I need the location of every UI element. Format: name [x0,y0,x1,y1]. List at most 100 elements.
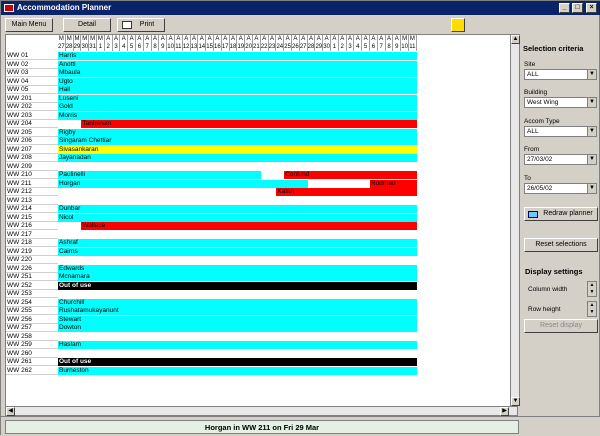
maximize-icon[interactable]: □ [572,3,583,13]
booking-bar[interactable]: Luseni [58,94,417,103]
reset-display-button[interactable]: Reset display [524,319,598,333]
header-day-number[interactable]: 25 [284,43,292,51]
dropdown-arrow-icon[interactable]: ▼ [587,98,596,107]
header-day-number[interactable]: 10 [167,43,175,51]
booking-bar[interactable]: Rushatamukayanunt [58,307,417,315]
dropdown-arrow-icon[interactable]: ▼ [587,155,596,164]
room-label[interactable]: WW 218 [6,239,58,247]
booking-bar[interactable]: Nicol [58,213,417,222]
room-label[interactable]: WW 210 [6,171,58,179]
header-day-number[interactable]: 6 [136,43,144,51]
header-day-number[interactable]: 12 [182,43,191,51]
header-day-number[interactable]: 27 [58,43,66,51]
empty-slot[interactable] [58,290,417,298]
header-day-number[interactable]: 19 [237,43,246,51]
booking-bar[interactable]: Ashraf [58,239,417,247]
minimize-icon[interactable]: _ [559,3,570,13]
booking-bar[interactable]: Churchill [58,298,417,307]
dropdown-arrow-icon[interactable]: ▼ [587,184,596,193]
header-day-number[interactable]: 26 [292,43,300,51]
empty-slot[interactable] [416,188,418,196]
close-icon[interactable]: × [586,3,597,13]
empty-slot[interactable] [416,171,418,179]
header-day-number[interactable]: 29 [73,43,82,51]
print-button[interactable]: Print [117,18,165,32]
room-label[interactable]: WW 202 [6,103,58,111]
booking-bar[interactable]: Hall [58,86,417,94]
empty-slot[interactable] [58,256,417,264]
dropdown-arrow-icon[interactable]: ▼ [587,127,596,136]
booking-bar[interactable]: Conlund [284,171,417,179]
detail-button[interactable]: Detail [63,18,111,32]
booking-bar[interactable]: Gold [58,103,417,111]
booking-bar[interactable]: Burneston [58,366,417,375]
room-label[interactable]: WW 261 [6,358,58,366]
room-label[interactable]: WW 219 [6,247,58,256]
room-label[interactable]: WW 257 [6,324,58,332]
site-select[interactable]: ALL ▼ [524,69,597,80]
header-day-number[interactable]: 13 [190,43,199,51]
room-label[interactable]: WW 05 [6,86,58,94]
empty-slot[interactable] [58,188,277,196]
header-day-number[interactable]: 24 [276,43,285,51]
booking-bar[interactable]: Tanberum [81,120,417,128]
palette-icon[interactable] [451,18,465,32]
header-day-number[interactable]: 20 [245,43,253,51]
empty-slot[interactable] [260,171,285,179]
room-label[interactable]: WW 203 [6,111,58,120]
room-label[interactable]: WW 220 [6,256,58,264]
header-day-number[interactable]: 5 [362,43,370,51]
header-day-number[interactable]: 8 [385,43,394,51]
from-date-select[interactable]: 27/03/02 ▼ [524,154,597,165]
booking-bar[interactable]: Out of use [58,281,417,290]
room-label[interactable]: WW 260 [6,349,58,358]
booking-bar[interactable]: Jayanadan [58,154,417,162]
room-label[interactable]: WW 207 [6,145,58,154]
room-label[interactable]: WW 215 [6,213,58,222]
header-day-number[interactable]: 7 [377,43,386,51]
booking-bar[interactable]: Paulinelli [58,171,261,179]
header-day-number[interactable]: 6 [370,43,378,51]
room-label[interactable]: WW 204 [6,120,58,128]
booking-bar[interactable]: Dowton [58,324,417,332]
empty-slot[interactable] [58,349,417,358]
header-day-number[interactable]: 14 [198,43,207,51]
booking-bar[interactable]: Rodman [370,179,417,188]
header-day-number[interactable]: 15 [206,43,214,51]
room-label[interactable]: WW 205 [6,128,58,137]
room-label[interactable]: WW 252 [6,281,58,290]
header-day-number[interactable]: 30 [323,43,331,51]
room-label[interactable]: WW 209 [6,162,58,171]
booking-bar[interactable]: Edwards [58,264,417,273]
booking-bar[interactable]: Mcnamara [58,273,417,281]
booking-bar[interactable]: Ugto [58,77,417,86]
main-menu-button[interactable]: Main Menu [5,18,53,32]
empty-slot[interactable] [58,162,417,171]
room-label[interactable]: WW 251 [6,273,58,281]
room-label[interactable]: WW 212 [6,188,58,196]
booking-bar[interactable]: Morris [58,111,417,120]
room-label[interactable]: WW 259 [6,341,58,349]
vertical-scrollbar[interactable]: ▲ ▼ [510,34,520,406]
scroll-up-icon[interactable]: ▲ [511,35,520,44]
room-label[interactable]: WW 226 [6,264,58,273]
header-day-number[interactable]: 10 [401,43,409,51]
header-day-number[interactable]: 22 [260,43,269,51]
header-day-number[interactable]: 28 [307,43,316,51]
booking-bar[interactable]: Haslam [58,341,417,349]
header-day-number[interactable]: 30 [81,43,90,51]
header-day-number[interactable]: 8 [151,43,160,51]
room-label[interactable]: WW 211 [6,179,58,188]
booking-bar[interactable]: Mbaula [58,69,417,77]
room-label[interactable]: WW 214 [6,205,58,213]
booking-bar[interactable]: Kalan [276,188,417,196]
header-day-number[interactable]: 4 [120,43,129,51]
scroll-right-icon[interactable]: ▶ [500,407,509,416]
header-day-number[interactable]: 31 [89,43,97,51]
empty-slot[interactable] [58,332,417,341]
header-day-number[interactable]: 11 [409,43,417,51]
header-day-number[interactable]: 27 [299,43,308,51]
room-label[interactable]: WW 201 [6,94,58,103]
booking-bar[interactable]: Harris [58,52,417,60]
header-day-number[interactable]: 28 [65,43,74,51]
